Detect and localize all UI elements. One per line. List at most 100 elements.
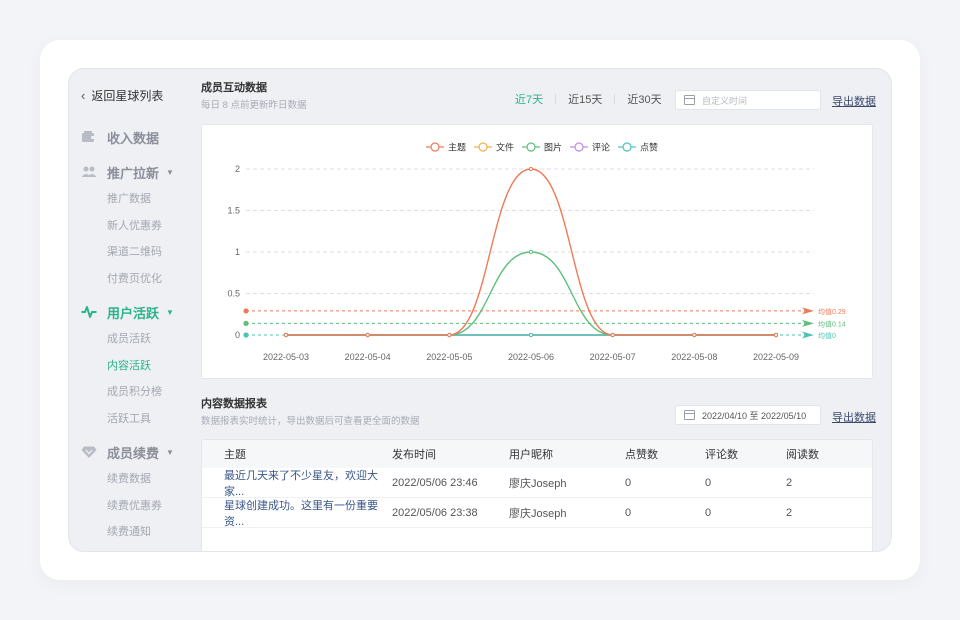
cell-publish-time: 2022/05/06 23:46 <box>392 476 478 489</box>
caret-down-icon: ▼ <box>166 167 174 177</box>
tab-7-days[interactable]: 近7天 <box>503 91 555 107</box>
nav-income[interactable]: 收入数据 <box>69 127 193 147</box>
legend-label: 点赞 <box>640 142 658 153</box>
legend-label: 图片 <box>544 142 562 153</box>
x-tick-label: 2022-05-08 <box>671 352 717 362</box>
sub-item-points-ranking[interactable]: 成员积分榜 <box>69 379 193 406</box>
sub-item-new-coupon[interactable]: 新人优惠券 <box>69 213 193 240</box>
series-point <box>692 332 697 338</box>
custom-date-input[interactable]: 自定义时间 <box>675 90 821 110</box>
y-tick-label: 1 <box>235 247 240 257</box>
sidebar: ‹ 返回星球列表 收入数据 推广拉新 ▼ 推广数据 新人优惠券 渠道二维码 付费… <box>69 69 193 551</box>
sub-item-channel-qr[interactable]: 渠道二维码 <box>69 239 193 266</box>
column-header: 评论数 <box>705 449 738 461</box>
x-tick-label: 2022-05-04 <box>345 352 391 362</box>
export-report-button[interactable]: 导出数据 <box>832 409 876 425</box>
x-tick-label: 2022-05-07 <box>590 352 636 362</box>
export-interaction-button[interactable]: 导出数据 <box>832 93 876 109</box>
column-header: 点赞数 <box>625 449 658 461</box>
y-tick-label: 0.5 <box>227 289 240 299</box>
column-header: 阅读数 <box>786 449 819 461</box>
wallet-icon <box>82 131 95 142</box>
cell-topic-link[interactable]: 最近几天来了不少星友，欢迎大家... <box>202 467 392 499</box>
legend-swatch-marker <box>622 142 632 152</box>
average-arrow-icon <box>802 319 814 327</box>
series-point <box>610 332 615 338</box>
nav-renewal[interactable]: 成员续费 ▼ <box>69 442 193 462</box>
nav-group-income: 收入数据 <box>69 127 193 147</box>
chevron-left-icon: ‹ <box>81 88 86 103</box>
x-tick-label: 2022-05-05 <box>426 352 472 362</box>
series-point <box>528 332 534 338</box>
sub-item-content-activity[interactable]: 内容活跃 <box>69 353 193 380</box>
sub-item-activity-tools[interactable]: 活跃工具 <box>69 406 193 433</box>
report-subtitle: 数据报表实时统计，导出数据后可查看更全面的数据 <box>201 416 420 427</box>
cell-likes: 0 <box>625 506 632 519</box>
chart-card: 0 0.5 1 1.5 2 2022-05-03 2022-05-04 2022-05-05 2… <box>201 124 873 379</box>
interaction-title: 成员互动数据 <box>201 82 267 94</box>
legend-label: 文件 <box>496 142 514 153</box>
custom-date-placeholder: 自定义时间 <box>702 95 748 106</box>
back-to-list-link[interactable]: ‹ 返回星球列表 <box>81 87 163 104</box>
tab-30-days[interactable]: 近30天 <box>615 91 673 107</box>
column-header: 用户昵称 <box>509 449 553 461</box>
table-header: 主题 发布时间 用户昵称 点赞数 评论数 阅读数 <box>202 440 872 468</box>
legend-swatch-marker <box>430 142 440 152</box>
average-label: 均值0 <box>818 331 836 340</box>
average-label: 均值0.14 <box>818 319 846 328</box>
cell-topic-link[interactable]: 星球创建成功。这里有一份重要资... <box>202 497 392 529</box>
average-arrow-icon <box>802 331 814 339</box>
nav-promotion[interactable]: 推广拉新 ▼ <box>69 162 193 182</box>
sub-item-renewal-notice[interactable]: 续费通知 <box>69 519 193 546</box>
diamond-icon <box>81 446 97 458</box>
sub-item-member-activity[interactable]: 成员活跃 <box>69 326 193 353</box>
column-header: 主题 <box>224 449 246 461</box>
table-row[interactable]: 星球创建成功。这里有一份重要资... 2022/05/06 23:38 廖庆Jo… <box>202 498 872 528</box>
sub-item-promo-data[interactable]: 推广数据 <box>69 186 193 213</box>
series-point <box>447 332 452 338</box>
table-row[interactable]: 最近几天来了不少星友，欢迎大家... 2022/05/06 23:46 廖庆Jo… <box>202 468 872 498</box>
series-point <box>365 332 370 338</box>
cell-publish-time: 2022/05/06 23:38 <box>392 506 478 519</box>
nav-group-promotion: 推广拉新 ▼ 推广数据 新人优惠券 渠道二维码 付费页优化 <box>69 162 193 292</box>
back-link-label: 返回星球列表 <box>91 89 164 103</box>
calendar-icon <box>684 410 695 420</box>
cell-reads: 2 <box>786 476 793 489</box>
y-tick-label: 0 <box>235 330 240 340</box>
cell-reads: 2 <box>786 506 793 519</box>
legend-label: 主题 <box>448 142 466 153</box>
column-header: 发布时间 <box>392 449 436 461</box>
nav-activity[interactable]: 用户活跃 ▼ <box>69 302 193 322</box>
nav-group-activity: 用户活跃 ▼ 成员活跃 内容活跃 成员积分榜 活跃工具 <box>69 302 193 432</box>
sub-item-paid-page[interactable]: 付费页优化 <box>69 266 193 293</box>
cell-nickname: 廖庆Joseph <box>509 507 567 520</box>
x-tick-label: 2022-05-09 <box>753 352 799 362</box>
report-title: 内容数据报表 <box>201 398 267 410</box>
nav-activity-label: 用户活跃 <box>107 305 160 321</box>
sub-item-renewal-data[interactable]: 续费数据 <box>69 466 193 493</box>
sub-item-renewal-coupon[interactable]: 续费优惠券 <box>69 493 193 520</box>
calendar-icon <box>684 95 695 105</box>
legend-swatch-marker <box>526 142 536 152</box>
legend-label: 评论 <box>592 142 610 153</box>
interaction-subtitle: 每日 8 点前更新昨日数据 <box>201 100 307 111</box>
pulse-icon <box>81 306 97 318</box>
cell-comments: 0 <box>705 476 712 489</box>
users-icon <box>81 166 97 177</box>
nav-renewal-label: 成员续费 <box>107 445 160 461</box>
range-tabs: 近7天 近15天 近30天 <box>503 91 674 107</box>
x-tick-label: 2022-05-03 <box>263 352 309 362</box>
cell-nickname: 廖庆Joseph <box>509 477 567 490</box>
app-frame: ‹ 返回星球列表 收入数据 推广拉新 ▼ 推广数据 新人优惠券 渠道二维码 付费… <box>68 68 892 552</box>
series-point <box>283 332 289 338</box>
main-content: 成员互动数据 每日 8 点前更新昨日数据 近7天 近15天 近30天 自定义时间… <box>193 69 891 551</box>
tab-15-days[interactable]: 近15天 <box>556 91 614 107</box>
report-date-range-input[interactable]: 2022/04/10 至 2022/05/10 <box>675 405 821 425</box>
caret-down-icon: ▼ <box>166 307 174 317</box>
report-date-range-value: 2022/04/10 至 2022/05/10 <box>702 410 807 421</box>
caret-down-icon: ▼ <box>166 447 174 457</box>
legend-swatch-marker <box>478 142 488 152</box>
cell-comments: 0 <box>705 506 712 519</box>
average-arrow-icon <box>802 307 814 315</box>
nav-income-label: 收入数据 <box>107 130 160 146</box>
